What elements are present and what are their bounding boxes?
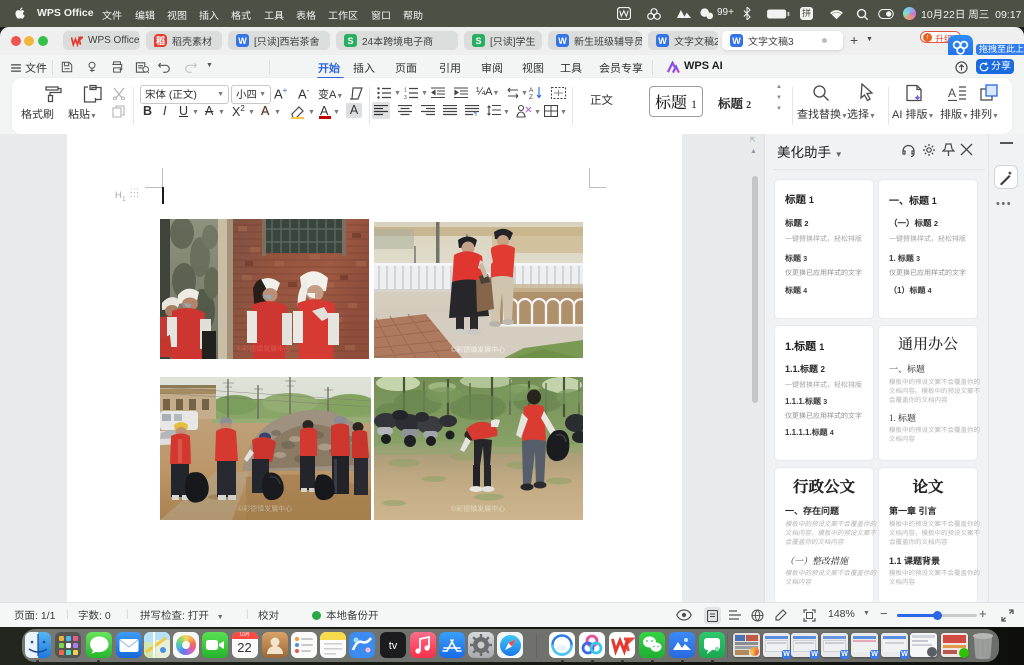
svg-text:3: 3 (404, 95, 407, 99)
svg-text:Z: Z (529, 94, 533, 99)
svg-text:©彩德镇发展中心: ©彩德镇发展中心 (238, 505, 292, 513)
svg-text:A: A (948, 86, 956, 100)
svg-text:©彩德镇发展中心: ©彩德镇发展中心 (237, 345, 291, 353)
svg-text:©彩德镇发展中心: ©彩德镇发展中心 (451, 505, 505, 513)
svg-text:¶: ¶ (474, 112, 477, 116)
svg-text:A: A (529, 87, 534, 94)
svg-text:1: 1 (404, 88, 407, 94)
svg-text:©彩德镇发展中心: ©彩德镇发展中心 (451, 346, 505, 354)
